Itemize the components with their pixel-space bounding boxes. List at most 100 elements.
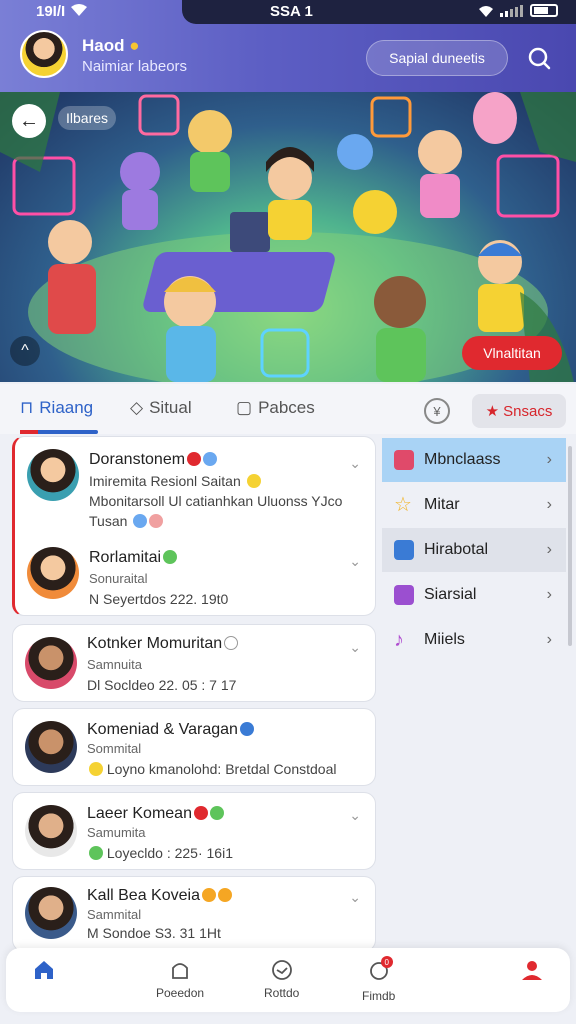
nav-label: Rottdo [264, 986, 300, 1000]
caret-up-icon: ^ [21, 342, 29, 359]
star-icon: ☆ [394, 494, 412, 516]
feed-card[interactable]: Kall Bea Koveia Sammital M Sondoe S3. 31… [12, 876, 376, 952]
tab-riaang[interactable]: ⊓ Riaang [20, 398, 93, 418]
chevron-right-icon: › [546, 451, 552, 468]
person-icon [522, 961, 542, 980]
share-button[interactable]: ^ [10, 336, 40, 366]
chevron-right-icon: › [546, 541, 552, 558]
nav-poeedon[interactable]: Poeedon [156, 958, 204, 1000]
avatar [27, 449, 79, 501]
category-label: Mitar [424, 496, 460, 513]
arrow-left-icon: ← [19, 109, 39, 132]
battery-icon [530, 4, 558, 17]
chevron-down-icon[interactable]: ⌄ [349, 639, 361, 656]
card-meta: Loyno kmanolohd: Bretdal Constdoal [87, 761, 336, 777]
search-pill-button[interactable]: Sapial duneetis [366, 40, 508, 76]
user-subtitle: Naimiar labeors [82, 58, 188, 75]
app-header: 19I/I SSA 1 Haod ● Naimiar labeors Sapia… [0, 0, 576, 92]
avatar [25, 805, 77, 857]
card-title: Kall Bea Koveia [87, 887, 232, 905]
category-panel: Mbnclaass › ☆ Mitar › Hirabotal › Siarsi… [382, 436, 566, 666]
music-icon: ♪ [394, 629, 404, 651]
avatar [27, 547, 79, 599]
tab-label: Situal [149, 398, 192, 417]
nav-label: Poeedon [156, 986, 205, 1000]
card-title: Rorlamitai [89, 549, 178, 567]
tab-label: Riaang [39, 398, 94, 417]
home-icon [35, 961, 53, 979]
signal-icon [500, 4, 523, 17]
nav-profile[interactable] [520, 958, 544, 986]
category-item[interactable]: Mbnclaass › [382, 438, 566, 482]
tab-label: Pabces [258, 398, 315, 417]
card-meta: Dl Socldeo 22. 05 : 7 17 [87, 677, 237, 693]
chevron-right-icon: › [546, 586, 552, 603]
box-icon [394, 540, 414, 560]
category-label: Miiels [424, 631, 465, 648]
chevron-down-icon[interactable]: ⌄ [349, 553, 361, 570]
category-item[interactable]: Siarsial › [382, 573, 566, 617]
card-line-3: Tusan [89, 513, 164, 529]
hero-banner[interactable]: ← Ilbares ^ Vlnaltitan [0, 92, 576, 382]
gauge-icon [271, 960, 292, 980]
bag-icon [172, 963, 188, 979]
card-meta: M Sondoe S3. 31 1Ht [87, 925, 221, 941]
snsacs-button[interactable]: ★ Snsacs [472, 394, 566, 428]
avatar [25, 721, 77, 773]
chevron-right-icon: › [546, 631, 552, 648]
chevron-down-icon[interactable]: ⌄ [349, 807, 361, 824]
avatar [25, 637, 77, 689]
search-icon[interactable] [526, 45, 552, 71]
card-subtitle: Samnuita [87, 657, 142, 672]
card-meta: N Seyertdos 222. 19t0 [89, 591, 229, 607]
feed-card[interactable]: Komeniad & Varagan Sommital Loyno kmanol… [12, 708, 376, 786]
category-label: Mbnclaass [424, 451, 501, 468]
avatar [25, 887, 77, 939]
user-avatar[interactable] [20, 30, 68, 78]
card-title: Komeniad & Varagan [87, 721, 254, 739]
nav-rottdo[interactable]: Rottdo [264, 958, 299, 1000]
status-time: 19I/I [36, 3, 66, 20]
feed-card[interactable]: Laeer Komean Samumita Loyecldo : 225· 16… [12, 792, 376, 870]
category-item[interactable]: ♪ Miiels › [382, 618, 566, 662]
card-meta: Loyecldo : 225· 16i1 [87, 845, 233, 861]
cube-icon [394, 450, 414, 470]
star-icon: ★ [485, 403, 500, 420]
card-subtitle: Samumita [87, 825, 146, 840]
category-label: Hirabotal [424, 541, 489, 558]
tab-pabces[interactable]: ▢ Pabces [236, 398, 315, 418]
chevron-right-icon: › [546, 496, 552, 513]
tab-situal[interactable]: ◇ Situal [130, 398, 192, 418]
status-carrier: SSA 1 [270, 3, 313, 20]
nav-home[interactable] [32, 958, 56, 986]
user-name: Haod ● [82, 36, 140, 55]
back-button[interactable]: ← [12, 104, 46, 138]
status-icons [478, 4, 558, 17]
chat-icon: ▢ [236, 398, 253, 417]
scrollbar[interactable] [568, 446, 572, 646]
feed-card[interactable]: Kotnker Momuritan Samnuita Dl Socldeo 22… [12, 624, 376, 702]
tag-icon: ◇ [130, 398, 144, 417]
category-label: Siarsial [424, 586, 477, 603]
category-item[interactable]: ☆ Mitar › [382, 483, 566, 527]
chevron-down-icon[interactable]: ⌄ [349, 455, 361, 472]
wifi-icon [479, 5, 493, 17]
bottom-nav: Poeedon Rottdo 0 Fimdb [6, 948, 570, 1012]
category-item[interactable]: Hirabotal › [382, 528, 566, 572]
hero-chip[interactable]: Ilbares [58, 106, 117, 130]
chevron-down-icon[interactable]: ⌄ [349, 889, 361, 906]
hero-cta-button[interactable]: Vlnaltitan [462, 336, 562, 370]
card-title: Laeer Komean [87, 805, 224, 823]
wifi-icon [70, 3, 88, 20]
nav-fimdb[interactable]: 0 Fimdb [362, 956, 395, 1003]
card-subtitle: Sammital [87, 907, 142, 922]
chart-icon: ⊓ [20, 398, 34, 417]
card-title: Kotnker Momuritan [87, 635, 239, 653]
filter-icon[interactable]: ¥ [424, 398, 450, 424]
card-title: Doranstonem [89, 451, 218, 469]
notification-badge: 0 [380, 956, 393, 968]
snsacs-label: Snsacs [503, 402, 553, 420]
feed-card[interactable]: Doranstonem Imiremita Resionl Saitan Mbo… [12, 436, 376, 616]
bell-wrap: 0 [367, 956, 393, 989]
card-line-2: Mbonitarsoll Ul catianhkan Uluonss YJco [89, 493, 343, 509]
